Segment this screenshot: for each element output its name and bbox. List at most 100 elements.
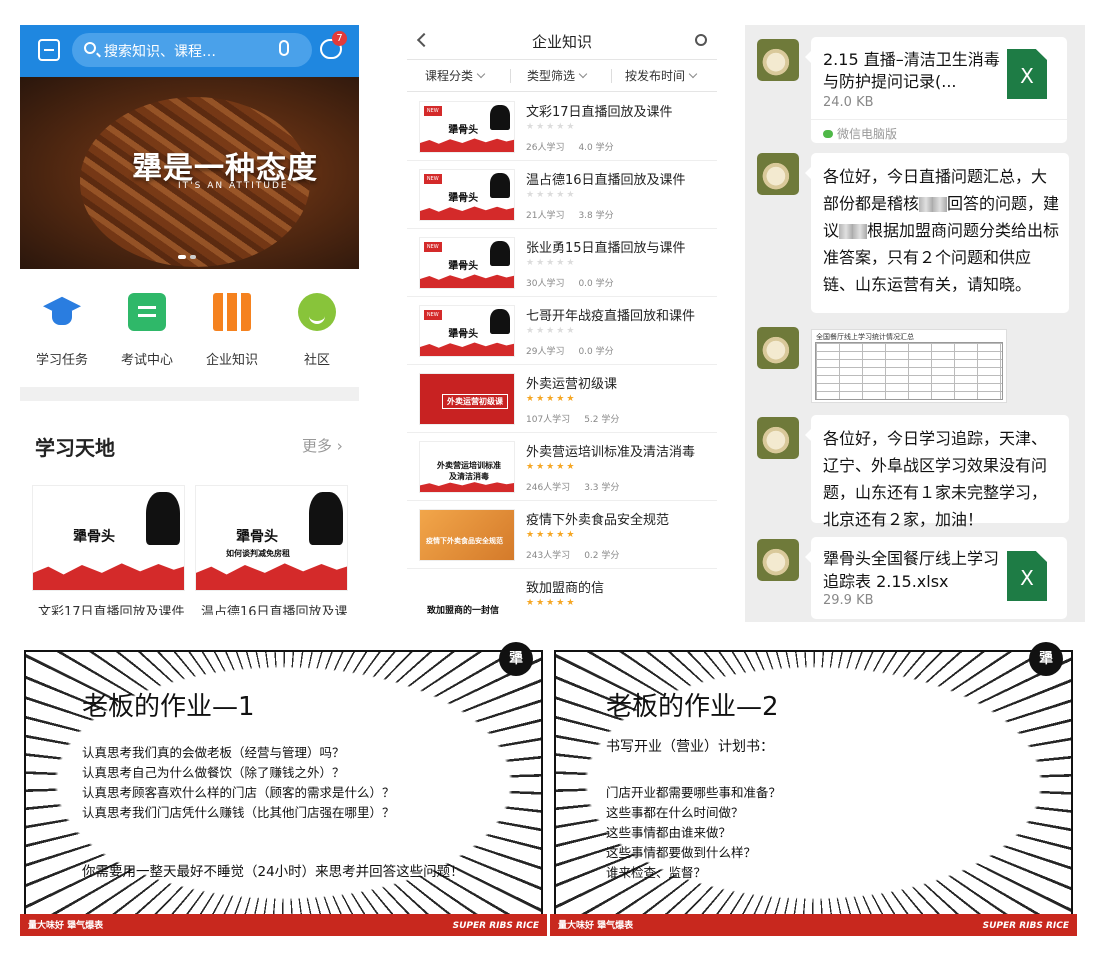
course-card[interactable]: 犟骨头 如何谈判减免房租 [195, 485, 348, 591]
star-icon: ★ [536, 394, 547, 404]
course-row[interactable]: NEW 犟骨头 七哥开年战疫直播回放和课件 ★★★★★ 29人学习 0.0 学分 [407, 297, 717, 365]
course-rating: ★★★★★ [526, 326, 576, 336]
mascot-figure [489, 173, 511, 198]
course-rating: ★★★★★ [526, 258, 576, 268]
course-meta: 21人学习 3.8 学分 [526, 208, 628, 221]
microphone-icon[interactable] [279, 40, 289, 56]
course-name: 外卖运营初级课 [526, 377, 618, 392]
search-icon [84, 42, 96, 54]
nav-label: 企业知识 [205, 353, 258, 368]
wechat-icon [823, 130, 833, 138]
filter-publish-time[interactable]: 按发布时间 [625, 67, 698, 84]
chevron-down-icon [688, 69, 698, 79]
thumb-logo: 犟骨头 [73, 529, 115, 545]
course-row[interactable]: 外卖营运培训标准及清洁消毒 外卖营运培训标准及清洁消毒 ★★★★★ 246人学习 3.3… [407, 433, 717, 501]
nav-exam-center[interactable]: 考试中心 [107, 293, 187, 373]
star-icon: ★ [546, 530, 557, 540]
nav-learning-tasks[interactable]: 学习任务 [22, 293, 102, 373]
slide-title: 老板的作业—2 [606, 692, 779, 722]
file-message-bubble[interactable]: 犟骨头全国餐厅线上学习追踪表 2.15.xlsx 29.9 KB X [805, 537, 1067, 619]
thumb-logo: 犟骨头 [448, 261, 479, 272]
star-icon: ★ [556, 258, 567, 268]
course-row[interactable]: NEW 犟骨头 文彩17日直播回放及课件 ★★★★★ 26人学习 4.0 学分 [407, 93, 717, 161]
new-tag: NEW [423, 242, 442, 252]
course-thumbnail: 疫情下外卖食品安全规范 [419, 509, 515, 561]
section-more-link[interactable]: 更多 › [302, 435, 343, 456]
course-name: 文彩17日直播回放及课件 [526, 105, 673, 120]
thumb-logo: 外卖营运培训标准及清洁消毒 [437, 461, 501, 481]
course-card[interactable]: 犟骨头 [32, 485, 185, 591]
course-thumbnail: 外卖运营初级课 [419, 373, 515, 425]
course-row[interactable]: 疫情下外卖食品安全规范 疫情下外卖食品安全规范 ★★★★★ 243人学习 0.2 学分 [407, 501, 717, 569]
star-icon: ★ [526, 598, 537, 608]
star-icon: ★ [546, 190, 557, 200]
star-icon: ★ [556, 598, 567, 608]
course-row[interactable]: 致加盟商的一封信 致加盟商的信 ★★★★★ [407, 569, 717, 615]
filter-type[interactable]: 类型筛选 [527, 67, 588, 84]
home-screen: 搜索知识、课程… 7 犟是一种态度 IT'S AN ATTITUDE 学习任务 … [20, 25, 359, 615]
more-label: 更多 [302, 437, 333, 455]
star-icon: ★ [536, 190, 547, 200]
thumb-logo: 外卖运营初级课 [442, 394, 508, 409]
scan-icon[interactable] [38, 39, 60, 61]
nav-label: 学习任务 [35, 353, 88, 368]
course-row[interactable]: NEW 犟骨头 张业勇15日直播回放与课件 ★★★★★ 30人学习 0.0 学分 [407, 229, 717, 297]
nav-community[interactable]: 社区 [277, 293, 357, 373]
avatar[interactable] [757, 153, 799, 195]
course-rating: ★★★★★ [526, 394, 576, 404]
file-name: 2.15 直播–清洁卫生消毒与防护提问记录(... [823, 50, 1000, 91]
search-input[interactable]: 搜索知识、课程… [72, 33, 312, 67]
mascot-figure [489, 241, 511, 266]
star-icon: ★ [546, 598, 557, 608]
star-icon: ★ [526, 326, 537, 336]
new-tag: NEW [423, 310, 442, 320]
avatar[interactable] [757, 39, 799, 81]
avatar[interactable] [757, 539, 799, 581]
slide-line: 认真思考我们门店凭什么赚钱（比其他门店强在哪里）？ [82, 805, 395, 820]
banner-carousel[interactable]: 犟是一种态度 IT'S AN ATTITUDE [20, 77, 359, 269]
thumb-subtitle: 如何谈判减免房租 [226, 549, 290, 558]
star-icon: ★ [556, 462, 567, 472]
image-message-spreadsheet[interactable]: 全国餐厅线上学习统计情况汇总 [811, 329, 1007, 403]
file-message-bubble[interactable]: 2.15 直播–清洁卫生消毒与防护提问记录(... 24.0 KB X 微信电脑… [805, 37, 1067, 143]
search-icon[interactable] [695, 34, 707, 46]
slide-closing: 你需要用一整天最好不睡觉（24小时）来思考并回答这些问题！ [82, 864, 464, 880]
course-thumbnail: NEW 犟骨头 [419, 237, 515, 289]
star-icon: ★ [536, 326, 547, 336]
slide-line: 认真思考自己为什么做餐饮（除了赚钱之外）？ [82, 765, 345, 780]
course-name: 外卖营运培训标准及清洁消毒 [526, 445, 696, 460]
nav-label: 社区 [303, 353, 330, 368]
course-meta: 26人学习 4.0 学分 [526, 140, 628, 153]
carousel-dot[interactable] [190, 255, 196, 259]
text-message-bubble[interactable]: 各位好，今日学习追踪，天津、辽宁、外阜战区学习效果没有问题，山东还有１家未完整学… [805, 415, 1069, 529]
redacted-name [839, 224, 854, 239]
star-icon: ★ [546, 258, 557, 268]
divider [407, 59, 717, 60]
course-meta: 246人学习 3.3 学分 [526, 480, 633, 493]
text-message-bubble[interactable]: 各位好，今日直播问题汇总，大部份都是稽核 回答的问题，建议 根据加盟商问题分类给出标… [805, 153, 1069, 313]
carousel-dot-active[interactable] [178, 255, 186, 259]
filter-course-category[interactable]: 课程分类 [425, 67, 486, 84]
course-row[interactable]: 外卖运营初级课 外卖运营初级课 ★★★★★ 107人学习 5.2 学分 [407, 365, 717, 433]
course-row[interactable]: NEW 犟骨头 温占德16日直播回放及课件 ★★★★★ 21人学习 3.8 学分 [407, 161, 717, 229]
star-icon: ★ [566, 530, 577, 540]
course-rating: ★★★★★ [526, 530, 576, 540]
avatar[interactable] [757, 417, 799, 459]
filter-separator [510, 69, 511, 83]
star-icon: ★ [526, 530, 537, 540]
star-icon: ★ [556, 394, 567, 404]
course-name: 七哥开年战疫直播回放和课件 [526, 309, 696, 324]
nav-enterprise-knowledge[interactable]: 企业知识 [192, 293, 272, 373]
redacted-name [919, 197, 934, 212]
course-rating: ★★★★★ [526, 122, 576, 132]
message-source: 微信电脑版 [823, 125, 897, 142]
footer-brand: SUPER RIBS RICE [452, 921, 539, 931]
star-icon: ★ [546, 326, 557, 336]
star-icon: ★ [566, 190, 577, 200]
course-thumbnail: 外卖营运培训标准及清洁消毒 [419, 441, 515, 493]
avatar[interactable] [757, 327, 799, 369]
message-text: 各位好，今日学习追踪，天津、辽宁、外阜战区学习效果没有问题，山东还有１家未完整学… [823, 429, 1048, 529]
learner-count: 26人学习 [526, 143, 565, 153]
star-icon: ★ [566, 394, 577, 404]
chevron-down-icon [476, 69, 486, 79]
